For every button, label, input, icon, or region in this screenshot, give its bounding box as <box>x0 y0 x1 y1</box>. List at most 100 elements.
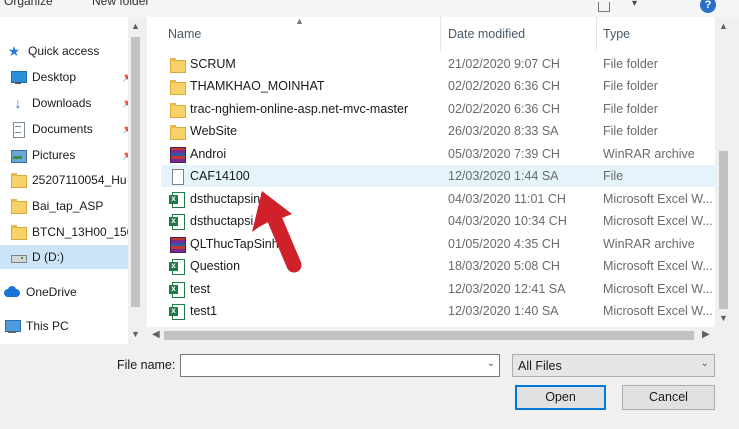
sort-ascending-icon: ▲ <box>295 17 304 26</box>
help-icon[interactable]: ? <box>700 0 716 13</box>
nav-item-pictures[interactable]: Pictures 📌 <box>10 143 138 167</box>
file-row[interactable]: SCRUM 21/02/2020 9:07 CH File folder <box>161 53 717 75</box>
file-date: 01/05/2020 4:35 CH <box>448 237 560 251</box>
file-date: 04/03/2020 10:34 CH <box>448 214 567 228</box>
file-name: CAF14100 <box>190 169 250 183</box>
file-name: Androi <box>190 147 227 161</box>
scroll-down-icon[interactable]: ▼ <box>719 313 728 323</box>
file-list: ▲ Name Date modified Type SCRUM 21/02/20… <box>147 17 727 327</box>
nav-item-label: Documents <box>32 122 93 136</box>
nav-item-drive-d[interactable]: D (D:) <box>0 245 128 269</box>
cancel-button[interactable]: Cancel <box>622 385 715 410</box>
file-type: Microsoft Excel W... <box>603 304 713 318</box>
file-row[interactable]: THAMKHAO_MOINHAT 02/02/2020 6:36 CH File… <box>161 75 717 97</box>
file-date: 18/03/2020 5:08 CH <box>448 259 560 273</box>
file-name-input[interactable]: ⌄ <box>180 354 500 377</box>
nav-item-folder[interactable]: 25207110054_Hu <box>10 168 138 192</box>
nav-item-quick-access[interactable]: ★ Quick access <box>6 39 134 63</box>
nav-item-desktop[interactable]: Desktop 📌 <box>10 65 138 89</box>
nav-item-onedrive[interactable]: OneDrive <box>4 280 132 304</box>
file-row[interactable]: QLThucTapSinh 01/05/2020 4:35 CH WinRAR … <box>161 233 717 255</box>
file-type: File folder <box>603 57 658 71</box>
excel-icon <box>169 258 185 275</box>
folder-icon <box>10 172 27 188</box>
file-name: dsthuctapsi <box>190 214 254 228</box>
chevron-down-icon[interactable]: ⌄ <box>487 358 495 369</box>
file-row[interactable]: test1 12/03/2020 1:40 SA Microsoft Excel… <box>161 300 717 322</box>
file-row[interactable]: dsthuctapsi 04/03/2020 10:34 CH Microsof… <box>161 210 717 232</box>
nav-item-this-pc[interactable]: This PC <box>4 314 132 338</box>
scrollbar-corner <box>715 327 732 344</box>
winrar-icon <box>169 146 186 163</box>
file-name-label: File name: <box>117 358 176 372</box>
file-row[interactable]: test 12/03/2020 12:41 SA Microsoft Excel… <box>161 278 717 300</box>
column-headers: ▲ Name Date modified Type <box>147 17 727 51</box>
nav-item-folder[interactable]: BTCN_13H00_150 <box>10 220 138 244</box>
file-row[interactable]: dsthuctapsinh 04/03/2020 11:01 CH Micros… <box>161 188 717 210</box>
star-icon: ★ <box>7 43 21 59</box>
download-icon: ↓ <box>14 95 22 111</box>
folder-icon <box>169 101 186 118</box>
file-list-horizontal-scrollbar[interactable]: ◀ ▶ <box>147 327 715 344</box>
vertical-scroll-thumb[interactable] <box>719 151 728 309</box>
nav-item-documents[interactable]: Documents 📌 <box>10 117 138 141</box>
file-name: WebSite <box>190 124 238 138</box>
navigation-pane: ★ Quick access Desktop 📌 ↓ Downloads 📌 D… <box>0 17 143 344</box>
organize-button[interactable]: Organize <box>4 0 53 8</box>
nav-item-label: D (D:) <box>32 250 64 264</box>
nav-item-folder[interactable]: Bai_tap_ASP <box>10 194 138 218</box>
onedrive-icon <box>4 284 20 300</box>
view-options-icon[interactable] <box>598 2 610 12</box>
column-divider[interactable] <box>596 17 597 51</box>
nav-item-label: Bai_tap_ASP <box>32 199 104 213</box>
excel-icon <box>169 281 185 298</box>
chevron-down-icon[interactable]: ⌄ <box>701 358 709 369</box>
scroll-down-icon[interactable]: ▼ <box>131 329 140 339</box>
nav-item-label: 25207110054_Hu <box>32 173 127 187</box>
scroll-left-icon[interactable]: ◀ <box>152 329 160 340</box>
file-name: dsthuctapsinh <box>190 192 268 206</box>
file-name: test <box>190 282 211 296</box>
file-type: WinRAR archive <box>603 147 695 161</box>
chevron-down-icon[interactable]: ▾ <box>632 0 637 9</box>
column-divider[interactable] <box>440 17 441 51</box>
file-name: THAMKHAO_MOINHAT <box>190 79 325 93</box>
nav-scroll-thumb[interactable] <box>131 37 140 307</box>
file-type: Microsoft Excel W... <box>603 282 713 296</box>
nav-scrollbar[interactable]: ▲ ▼ <box>128 17 143 344</box>
file-type-select[interactable]: All Files ⌄ <box>512 354 715 377</box>
file-name: QLThucTapSinh <box>190 237 279 251</box>
folder-icon <box>169 78 186 95</box>
new-folder-button[interactable]: New folder <box>92 0 149 8</box>
file-type-value: All Files <box>518 359 562 373</box>
file-row[interactable]: Androi 05/03/2020 7:39 CH WinRAR archive <box>161 143 717 165</box>
file-date: 02/02/2020 6:36 CH <box>448 102 560 116</box>
column-header-name[interactable]: Name <box>168 27 201 51</box>
nav-item-downloads[interactable]: ↓ Downloads 📌 <box>10 91 138 115</box>
file-row[interactable]: WebSite 26/03/2020 8:33 SA File folder <box>161 120 717 142</box>
file-date: 26/03/2020 8:33 SA <box>448 124 559 138</box>
folder-icon <box>10 198 27 214</box>
file-name: trac-nghiem-online-asp.net-mvc-master <box>190 102 409 116</box>
file-row[interactable]: Question 18/03/2020 5:08 CH Microsoft Ex… <box>161 255 717 277</box>
file-row[interactable]: trac-nghiem-online-asp.net-mvc-master 02… <box>161 98 717 120</box>
pc-icon <box>4 318 21 334</box>
file-name: test1 <box>190 304 218 318</box>
scroll-right-icon[interactable]: ▶ <box>702 329 710 340</box>
pictures-icon <box>10 147 27 163</box>
column-header-type[interactable]: Type <box>603 27 630 51</box>
file-date: 12/03/2020 12:41 SA <box>448 282 566 296</box>
file-date: 12/03/2020 1:40 SA <box>448 304 559 318</box>
file-list-vertical-scrollbar[interactable]: ▲ ▼ <box>715 17 732 327</box>
scroll-up-icon[interactable]: ▲ <box>131 21 140 31</box>
file-name: SCRUM <box>190 57 236 71</box>
nav-item-label: Downloads <box>32 96 92 110</box>
file-row[interactable]: CAF14100 12/03/2020 1:44 SA File <box>161 165 717 187</box>
scroll-up-icon[interactable]: ▲ <box>719 21 728 31</box>
open-button[interactable]: Open <box>515 385 606 410</box>
nav-item-label: OneDrive <box>26 285 77 299</box>
column-header-date[interactable]: Date modified <box>448 27 525 51</box>
horizontal-scroll-thumb[interactable] <box>164 331 694 340</box>
file-type: File folder <box>603 124 658 138</box>
nav-item-label: Quick access <box>28 44 100 58</box>
